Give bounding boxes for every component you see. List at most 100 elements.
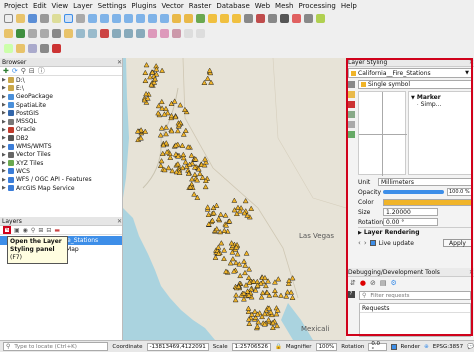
scale-field[interactable]: 1:25706526 xyxy=(231,342,271,351)
vertex-tool-icon[interactable] xyxy=(88,28,97,38)
menu-web[interactable]: Web xyxy=(255,2,270,10)
processing-toolbox-icon[interactable] xyxy=(28,44,37,53)
new-project-icon[interactable] xyxy=(4,13,13,23)
text-annotation-icon[interactable] xyxy=(196,28,205,38)
deselect-icon[interactable] xyxy=(244,13,253,23)
menu-vector[interactable]: Vector xyxy=(161,2,183,10)
menu-project[interactable]: Project xyxy=(4,2,28,10)
statistics-icon[interactable] xyxy=(268,13,277,23)
render-checkbox[interactable] xyxy=(390,343,397,350)
model-designer-icon[interactable] xyxy=(40,44,49,53)
browser-item[interactable]: ▶ Oracle xyxy=(0,126,122,134)
browser-item[interactable]: ▶ DB2 xyxy=(0,134,122,142)
close-layers-icon[interactable]: ✕ xyxy=(117,218,122,225)
browser-item[interactable]: ▶ WFS / OGC API - Features xyxy=(0,176,122,184)
diagram-icon[interactable] xyxy=(184,28,193,38)
browser-item[interactable]: ▶ XYZ Tiles xyxy=(0,159,122,167)
measure-icon[interactable] xyxy=(280,13,289,23)
browser-item[interactable]: ▶ WMS/WMTS xyxy=(0,142,122,150)
add-feature-icon[interactable] xyxy=(76,28,85,38)
pan-icon[interactable] xyxy=(64,13,73,23)
browser-item[interactable]: ▶ MSSQL xyxy=(0,117,122,125)
menu-view[interactable]: View xyxy=(52,2,69,10)
save-as-icon[interactable] xyxy=(40,13,49,23)
redo-icon[interactable] xyxy=(160,28,169,38)
zoom-last-icon[interactable] xyxy=(148,13,157,23)
zoom-full-icon[interactable] xyxy=(112,13,121,23)
map-tips-icon[interactable] xyxy=(292,13,301,23)
zoom-out-icon[interactable] xyxy=(100,13,109,23)
new-geopackage-icon[interactable] xyxy=(16,28,25,38)
browser-item[interactable]: ▶ Vector Tiles xyxy=(0,151,122,159)
zoom-layer-icon[interactable] xyxy=(136,13,145,23)
magnifier-field[interactable]: 100% xyxy=(315,342,338,351)
map-canvas[interactable]: Las Vegas Mexicali xyxy=(123,58,346,340)
zoom-in-icon[interactable] xyxy=(88,13,97,23)
menu-raster[interactable]: Raster xyxy=(189,2,212,10)
paste-icon[interactable] xyxy=(136,28,145,38)
select-by-value-icon[interactable] xyxy=(232,13,241,23)
browser-item[interactable]: ▶ WCS xyxy=(0,167,122,175)
label-tool-icon[interactable] xyxy=(172,28,181,38)
filter-legend-icon[interactable]: ⚲ xyxy=(31,227,35,234)
save-project-icon[interactable] xyxy=(28,13,37,23)
collapse-all-icon[interactable]: ⊟ xyxy=(29,67,35,75)
select-features-icon[interactable] xyxy=(220,13,229,23)
bookmarks-icon[interactable] xyxy=(184,13,193,23)
filter-icon[interactable]: ⚲ xyxy=(21,67,26,75)
style-panel-icon[interactable]: ✎ xyxy=(3,226,11,234)
locator-input[interactable] xyxy=(12,343,108,350)
close-panel-icon[interactable]: ✕ xyxy=(117,59,122,66)
browser-item[interactable]: ▶ GeoPackage xyxy=(0,93,122,101)
refresh-browser-icon[interactable]: ⟳ xyxy=(12,67,18,75)
menu-layer[interactable]: Layer xyxy=(73,2,93,10)
cut-icon[interactable] xyxy=(112,28,121,38)
browser-item[interactable]: ▶ D:\ xyxy=(0,76,122,84)
epsg-button[interactable]: EPSG:3857 xyxy=(433,344,463,350)
menu-plugins[interactable]: Plugins xyxy=(131,2,156,10)
label-icon[interactable] xyxy=(316,13,325,23)
browser-item[interactable]: ▶ SpatiaLite xyxy=(0,101,122,109)
python-console-icon[interactable] xyxy=(4,44,13,53)
rotation-status-field[interactable]: 0.0 ° xyxy=(368,341,387,352)
add-group-icon[interactable]: ▣ xyxy=(14,227,20,234)
annotation-icon[interactable] xyxy=(304,13,313,23)
menu-processing[interactable]: Processing xyxy=(298,2,335,10)
menu-mesh[interactable]: Mesh xyxy=(275,2,293,10)
remove-layer-icon[interactable]: ▬ xyxy=(54,227,60,234)
crs-icon[interactable]: ⊕ xyxy=(424,344,429,350)
menu-database[interactable]: Database xyxy=(216,2,249,10)
new-bookmark-icon[interactable] xyxy=(172,13,181,23)
menu-edit[interactable]: Edit xyxy=(33,2,47,10)
menu-help[interactable]: Help xyxy=(341,2,357,10)
map-svg[interactable]: Las Vegas Mexicali xyxy=(123,58,346,340)
open-project-icon[interactable] xyxy=(16,13,25,23)
messages-icon[interactable]: 💬 xyxy=(467,344,474,350)
lock-scale-icon[interactable]: 🔒 xyxy=(275,344,282,350)
menu-settings[interactable]: Settings xyxy=(98,2,127,10)
identify-icon[interactable] xyxy=(208,13,217,23)
copy-icon[interactable] xyxy=(124,28,133,38)
pan-to-selection-icon[interactable] xyxy=(76,13,85,23)
browser-item[interactable]: ▶ ArcGIS Map Service xyxy=(0,184,122,192)
edit-pencil-icon[interactable] xyxy=(64,28,73,38)
data-source-manager-icon[interactable] xyxy=(4,28,13,38)
browser-item[interactable]: ▶ PostGIS xyxy=(0,109,122,117)
info-icon[interactable]: ⓘ xyxy=(38,66,45,76)
add-layer-icon[interactable]: ✚ xyxy=(3,67,9,75)
refresh-icon[interactable] xyxy=(196,13,205,23)
browser-item[interactable]: ▶ E:\ xyxy=(0,84,122,92)
manage-themes-icon[interactable]: ◉ xyxy=(23,227,28,234)
digitize-icon[interactable] xyxy=(52,28,61,38)
zoom-selection-icon[interactable] xyxy=(124,13,133,23)
collapse-layers-icon[interactable]: ⊟ xyxy=(46,227,51,234)
new-temp-layer-icon[interactable] xyxy=(40,28,49,38)
plugins-icon[interactable] xyxy=(16,44,25,53)
print-layout-icon[interactable] xyxy=(52,13,61,23)
expand-all-icon[interactable]: ⊞ xyxy=(38,227,43,234)
coordinate-field[interactable]: -13813469,4122091 xyxy=(146,342,209,351)
georeferencer-icon[interactable] xyxy=(52,44,61,53)
field-calculator-icon[interactable] xyxy=(256,13,265,23)
undo-icon[interactable] xyxy=(148,28,157,38)
delete-feature-icon[interactable] xyxy=(100,28,109,38)
